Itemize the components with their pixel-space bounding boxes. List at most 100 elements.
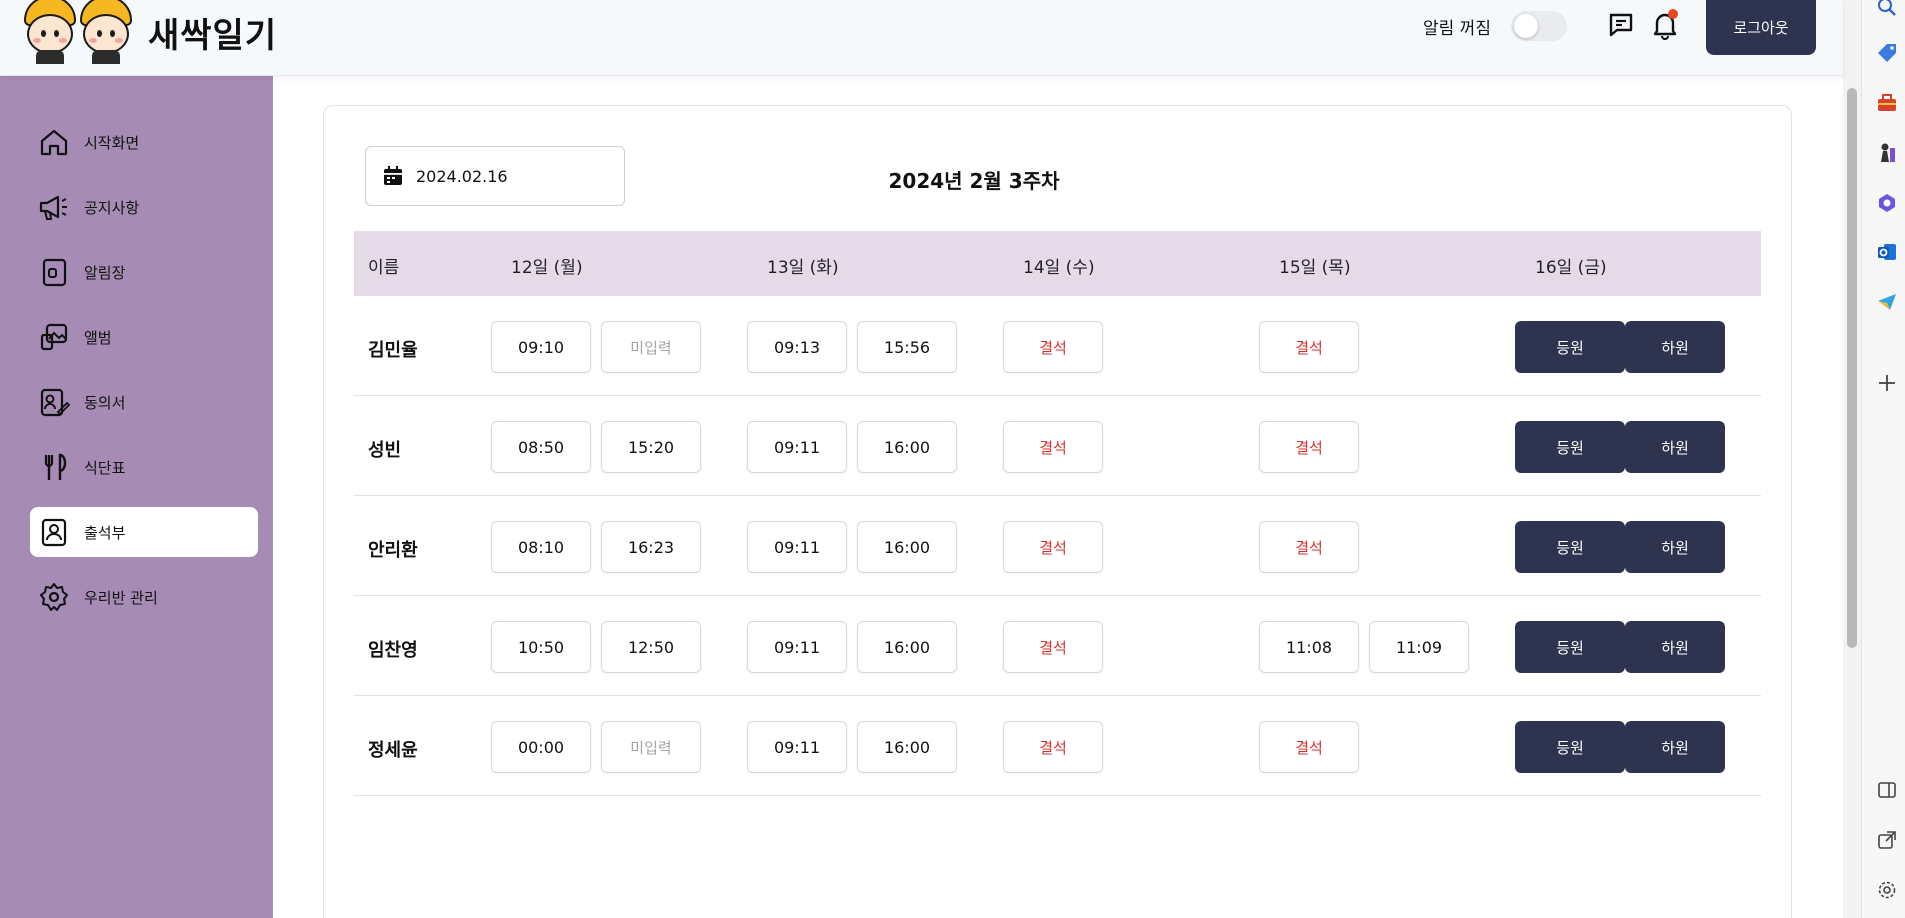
mon-checkin-time[interactable]: 08:10 <box>491 521 591 573</box>
search-icon[interactable] <box>1876 0 1898 22</box>
student-name: 김민율 <box>368 340 418 361</box>
tag-icon[interactable] <box>1876 42 1898 64</box>
tue-checkin-time[interactable]: 09:11 <box>747 421 847 473</box>
wed-absent-status[interactable]: 결석 <box>1003 721 1103 773</box>
sidebar-item-notebook[interactable]: 알림장 <box>30 247 258 297</box>
checkin-button[interactable]: 등원 <box>1515 721 1625 773</box>
student-name: 성빈 <box>368 440 402 461</box>
app-logo[interactable]: 새싹일기 <box>22 0 277 64</box>
consent-icon <box>40 388 70 417</box>
home-icon <box>40 129 68 156</box>
copilot-icon[interactable] <box>1876 192 1898 214</box>
sidebar-item-consent[interactable]: 동의서 <box>30 377 258 427</box>
sidebar-item-label: 식단표 <box>84 458 126 477</box>
contacts-icon <box>41 518 67 547</box>
table-row: 안리환 08:10 16:23 09:11 16:00 결석 결석 등원 하원 <box>354 496 1761 596</box>
notebook-icon <box>42 258 67 287</box>
mon-checkin-time[interactable]: 09:10 <box>491 321 591 373</box>
checkin-button[interactable]: 등원 <box>1515 421 1625 473</box>
tue-checkin-time[interactable]: 09:13 <box>747 321 847 373</box>
thu-absent-status[interactable]: 결석 <box>1259 521 1359 573</box>
mon-checkout-time[interactable]: 16:23 <box>601 521 701 573</box>
wed-absent-status[interactable]: 결석 <box>1003 521 1103 573</box>
outlook-icon[interactable] <box>1876 241 1898 263</box>
table-row: 임찬영 10:50 12:50 09:11 16:00 결석 11:08 11:… <box>354 596 1761 696</box>
column-header-tue: 13일 (화) <box>767 258 839 278</box>
checkin-button[interactable]: 등원 <box>1515 321 1625 373</box>
date-value: 2024.02.16 <box>416 166 508 186</box>
tue-checkout-time[interactable]: 16:00 <box>857 621 957 673</box>
scrollbar-thumb[interactable] <box>1847 88 1857 648</box>
wed-absent-status[interactable]: 결석 <box>1003 621 1103 673</box>
mon-checkin-time[interactable]: 08:50 <box>491 421 591 473</box>
toggle-knob <box>1514 14 1538 38</box>
split-view-icon[interactable] <box>1876 779 1898 801</box>
settings-icon[interactable] <box>1876 879 1898 901</box>
app-name: 새싹일기 <box>148 15 278 56</box>
column-header-wed: 14일 (수) <box>1023 258 1095 278</box>
attendance-card: 2024.02.16 2024년 2월 3주차 이름 12일 (월) 13일 (… <box>323 105 1792 918</box>
student-name: 안리환 <box>368 540 418 561</box>
sidebar-item-album[interactable]: 앨범 <box>30 312 258 362</box>
mon-checkin-time[interactable]: 10:50 <box>491 621 591 673</box>
alarm-status-label: 알림 꺼짐 <box>1423 19 1491 39</box>
checkout-button[interactable]: 하원 <box>1625 621 1725 673</box>
thu-checkout-time[interactable]: 11:09 <box>1369 621 1469 673</box>
wed-absent-status[interactable]: 결석 <box>1003 421 1103 473</box>
checkout-button[interactable]: 하원 <box>1625 521 1725 573</box>
tue-checkout-time[interactable]: 16:00 <box>857 721 957 773</box>
thu-absent-status[interactable]: 결석 <box>1259 721 1359 773</box>
thu-checkin-time[interactable]: 11:08 <box>1259 621 1359 673</box>
tue-checkout-time[interactable]: 16:00 <box>857 421 957 473</box>
sidebar: 시작화면 공지사항 알림장 앨범 동의서 식단표 출석부 우리반 관리 <box>0 76 273 918</box>
checkout-button[interactable]: 하원 <box>1625 721 1725 773</box>
sidebar-item-notice[interactable]: 공지사항 <box>30 182 258 232</box>
sidebar-item-label: 출석부 <box>84 523 126 542</box>
tue-checkin-time[interactable]: 09:11 <box>747 621 847 673</box>
mon-checkout-time[interactable]: 미입력 <box>601 321 701 373</box>
sidebar-item-home[interactable]: 시작화면 <box>30 117 258 167</box>
notification-dot <box>1668 9 1678 19</box>
alarm-toggle[interactable] <box>1511 11 1567 41</box>
tue-checkin-time[interactable]: 09:11 <box>747 521 847 573</box>
checkin-button[interactable]: 등원 <box>1515 621 1625 673</box>
column-header-name: 이름 <box>368 258 400 278</box>
sidebar-item-label: 공지사항 <box>84 198 140 217</box>
table-row: 정세윤 00:00 미입력 09:11 16:00 결석 결석 등원 하원 <box>354 696 1761 796</box>
logout-button[interactable]: 로그아웃 <box>1706 0 1816 55</box>
sidebar-item-attendance[interactable]: 출석부 <box>30 507 258 557</box>
sidebar-item-menu[interactable]: 식단표 <box>30 442 258 492</box>
date-picker[interactable]: 2024.02.16 <box>365 146 625 206</box>
chess-icon[interactable] <box>1876 142 1898 164</box>
attendance-table: 이름 12일 (월) 13일 (화) 14일 (수) 15일 (목) 16일 (… <box>354 231 1761 796</box>
column-header-fri: 16일 (금) <box>1535 258 1607 278</box>
send-icon[interactable] <box>1876 291 1898 313</box>
student-name: 임찬영 <box>368 640 418 661</box>
thu-absent-status[interactable]: 결석 <box>1259 321 1359 373</box>
checkout-button[interactable]: 하원 <box>1625 421 1725 473</box>
mon-checkout-time[interactable]: 미입력 <box>601 721 701 773</box>
tue-checkin-time[interactable]: 09:11 <box>747 721 847 773</box>
child-mascot-icon <box>22 0 78 64</box>
checkin-button[interactable]: 등원 <box>1515 521 1625 573</box>
message-icon[interactable] <box>1607 11 1635 39</box>
mon-checkout-time[interactable]: 12:50 <box>601 621 701 673</box>
thu-absent-status[interactable]: 결석 <box>1259 421 1359 473</box>
sidebar-item-class-manage[interactable]: 우리반 관리 <box>30 572 258 622</box>
main-content: 2024.02.16 2024년 2월 3주차 이름 12일 (월) 13일 (… <box>273 76 1843 918</box>
wed-absent-status[interactable]: 결석 <box>1003 321 1103 373</box>
tue-checkout-time[interactable]: 16:00 <box>857 521 957 573</box>
calendar-icon <box>384 166 402 185</box>
sidebar-item-label: 동의서 <box>84 393 126 412</box>
checkout-button[interactable]: 하원 <box>1625 321 1725 373</box>
mon-checkin-time[interactable]: 00:00 <box>491 721 591 773</box>
tue-checkout-time[interactable]: 15:56 <box>857 321 957 373</box>
sidebar-item-label: 우리반 관리 <box>84 588 158 607</box>
toolbox-icon[interactable] <box>1876 92 1898 114</box>
mon-checkout-time[interactable]: 15:20 <box>601 421 701 473</box>
table-header: 이름 12일 (월) 13일 (화) 14일 (수) 15일 (목) 16일 (… <box>354 231 1761 296</box>
external-link-icon[interactable] <box>1876 829 1898 851</box>
megaphone-icon <box>39 195 67 220</box>
student-name: 정세윤 <box>368 740 418 761</box>
add-icon[interactable] <box>1876 372 1898 394</box>
